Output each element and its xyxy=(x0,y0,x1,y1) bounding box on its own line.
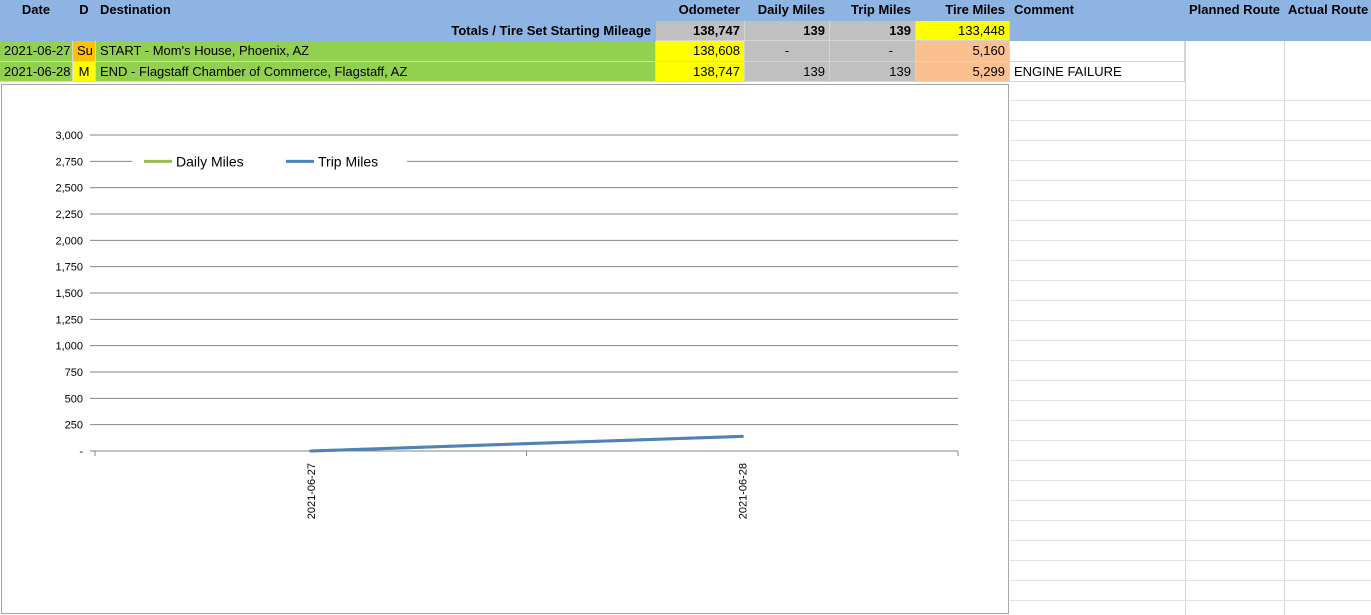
row1-daily-miles[interactable]: - xyxy=(745,41,830,62)
totals-row-blank xyxy=(1010,21,1371,41)
y-tick-label: 1,500 xyxy=(55,288,83,300)
row-divider xyxy=(1010,160,1371,161)
row-divider xyxy=(1010,200,1371,201)
y-tick-label: 250 xyxy=(65,420,83,432)
row-divider xyxy=(1010,560,1371,561)
row1-date[interactable]: 2021-06-27 xyxy=(0,41,73,62)
header-trip-miles[interactable]: Trip Miles xyxy=(830,0,916,21)
row-divider xyxy=(1010,480,1371,481)
row-divider xyxy=(1010,220,1371,221)
totals-daily-miles[interactable]: 139 xyxy=(745,21,830,41)
x-tick-label: 2021-06-27 xyxy=(306,463,318,519)
row-divider xyxy=(1010,420,1371,421)
row-divider xyxy=(1010,460,1371,461)
row-divider xyxy=(1010,600,1371,601)
row-divider xyxy=(1010,240,1371,241)
row1-tire-miles[interactable]: 5,160 xyxy=(916,41,1010,62)
row-divider xyxy=(1010,300,1371,301)
x-tick-label: 2021-06-28 xyxy=(737,463,749,519)
row2-tire-miles[interactable]: 5,299 xyxy=(916,62,1010,82)
legend-label: Daily Miles xyxy=(176,153,244,169)
row-divider xyxy=(1010,580,1371,581)
row2-daily-miles[interactable]: 139 xyxy=(745,62,830,82)
y-tick-label: 2,500 xyxy=(55,183,83,195)
header-planned-route[interactable]: Planned Route xyxy=(1185,0,1284,21)
row-divider xyxy=(1010,280,1371,281)
row-divider xyxy=(1010,120,1371,121)
header-date[interactable]: Date xyxy=(0,0,73,21)
totals-tire-miles[interactable]: 133,448 xyxy=(916,21,1010,41)
y-tick-label: 1,250 xyxy=(55,314,83,326)
y-tick-label: 2,750 xyxy=(55,156,83,168)
column-divider xyxy=(1185,0,1186,615)
header-day[interactable]: D xyxy=(73,0,96,21)
row-divider xyxy=(1010,340,1371,341)
row2-destination[interactable]: END - Flagstaff Chamber of Commerce, Fla… xyxy=(96,62,656,82)
series-line-trip-miles xyxy=(309,434,744,453)
y-tick-label: 2,000 xyxy=(55,235,83,247)
row-divider xyxy=(1010,540,1371,541)
header-daily-miles[interactable]: Daily Miles xyxy=(745,0,830,21)
y-tick-label: 1,000 xyxy=(55,341,83,353)
y-tick-label: 1,750 xyxy=(55,262,83,274)
chart-plot: - 250 500 750 1,000 1,250 1,500 1,750 2,000 2,250… xyxy=(55,130,959,519)
y-tick-label: 500 xyxy=(65,393,83,405)
row2-day[interactable]: M xyxy=(73,62,96,82)
totals-odometer[interactable]: 138,747 xyxy=(656,21,745,41)
spreadsheet-grid: Date D Destination Odometer Daily Miles … xyxy=(0,0,1371,615)
row-divider xyxy=(1010,260,1371,261)
row1-comment[interactable] xyxy=(1010,41,1185,62)
y-tick-label: 750 xyxy=(65,367,83,379)
header-destination[interactable]: Destination xyxy=(96,0,656,21)
row2-comment[interactable]: ENGINE FAILURE xyxy=(1010,62,1185,82)
row-divider xyxy=(1010,320,1371,321)
row1-destination[interactable]: START - Mom's House, Phoenix, AZ xyxy=(96,41,656,62)
row2-date[interactable]: 2021-06-28 xyxy=(0,62,73,82)
row-divider xyxy=(1010,140,1371,141)
row1-odometer[interactable]: 138,608 xyxy=(656,41,745,62)
y-tick-label: 3,000 xyxy=(55,130,83,142)
row-divider xyxy=(1010,360,1371,361)
row1-day[interactable]: Su xyxy=(73,41,96,62)
totals-trip-miles[interactable]: 139 xyxy=(830,21,916,41)
header-odometer[interactable]: Odometer xyxy=(656,0,745,21)
row-divider xyxy=(1010,500,1371,501)
y-tick-label: 2,250 xyxy=(55,209,83,221)
header-tire-miles[interactable]: Tire Miles xyxy=(916,0,1010,21)
row-divider xyxy=(1010,180,1371,181)
row2-trip-miles[interactable]: 139 xyxy=(830,62,916,82)
y-tick-label: - xyxy=(79,446,83,458)
mileage-line-chart[interactable]: - 250 500 750 1,000 1,250 1,500 1,750 2,000 2,250… xyxy=(1,84,1009,614)
row-divider xyxy=(1010,440,1371,441)
legend-label: Trip Miles xyxy=(318,153,378,169)
column-divider xyxy=(1284,0,1285,615)
header-actual-route[interactable]: Actual Route xyxy=(1284,0,1371,21)
row-divider xyxy=(1010,400,1371,401)
row-divider xyxy=(1010,380,1371,381)
row-divider xyxy=(1010,100,1371,101)
totals-label[interactable]: Totals / Tire Set Starting Mileage xyxy=(0,21,656,41)
row2-odometer[interactable]: 138,747 xyxy=(656,62,745,82)
header-comment[interactable]: Comment xyxy=(1010,0,1185,21)
row-divider xyxy=(1010,520,1371,521)
row1-trip-miles[interactable]: - xyxy=(830,41,916,62)
